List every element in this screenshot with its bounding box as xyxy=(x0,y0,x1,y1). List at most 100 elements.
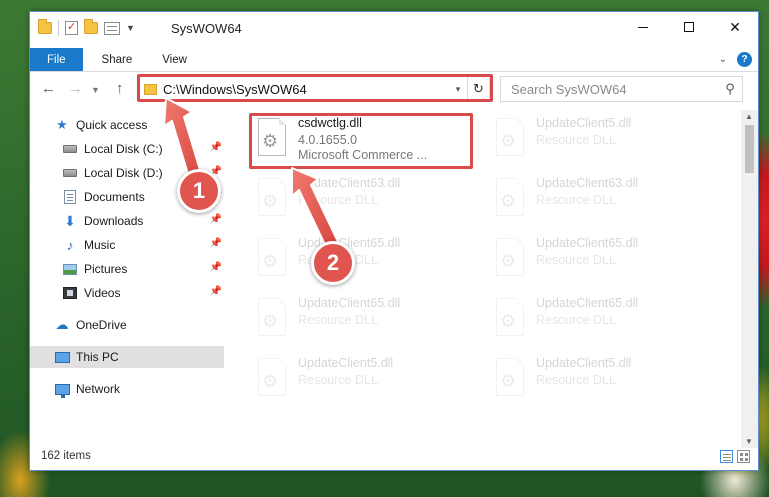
large-icons-view-icon[interactable] xyxy=(737,450,750,463)
tab-view[interactable]: View xyxy=(147,48,202,71)
window-title: SysWOW64 xyxy=(171,21,242,36)
pin-icon[interactable]: 📌 xyxy=(210,238,222,249)
sidebar-item-pictures[interactable]: Pictures 📌 xyxy=(30,258,224,280)
vertical-scrollbar[interactable]: ▲ ▼ xyxy=(741,110,758,448)
file-item[interactable]: ⚙ UpdateClient5.dll Resource DLL xyxy=(486,354,718,410)
sidebar-item-quick-access[interactable]: ★ Quick access xyxy=(30,114,224,136)
file-item[interactable]: ⚙ UpdateClient65.dllResource DLL xyxy=(486,294,718,350)
address-folder-icon xyxy=(144,83,157,95)
sidebar-item-label: Music xyxy=(84,238,116,252)
dll-file-icon: ⚙ xyxy=(492,118,528,162)
ribbon-controls: ⌄ ? xyxy=(719,52,752,67)
pin-icon[interactable]: 📌 xyxy=(210,214,222,225)
drive-icon xyxy=(62,141,78,157)
details-view-icon[interactable] xyxy=(720,450,733,463)
pin-icon[interactable]: 📌 xyxy=(210,286,222,297)
sidebar-item-music[interactable]: ♪ Music 📌 xyxy=(30,234,224,256)
file-item[interactable]: ⚙ UpdateClient5.dll Resource DLL xyxy=(486,114,718,170)
customize-toolbar-chevron-icon[interactable]: ▼ xyxy=(126,23,135,33)
computer-icon xyxy=(54,349,70,365)
folder-icon[interactable] xyxy=(38,19,52,34)
tab-file[interactable]: File xyxy=(30,48,83,71)
navigation-bar: ← → ▼ ↑ C:\Windows\SysWOW64 ▾ ↻ Search S… xyxy=(30,76,758,102)
maximize-icon xyxy=(684,22,694,32)
file-list: ⚙ csdwctlg.dll 4.0.1655.0 Microsoft Comm… xyxy=(230,110,740,446)
search-icon[interactable]: ⚲ xyxy=(718,81,742,97)
ribbon-tabs: File Share View xyxy=(30,48,758,72)
pictures-icon xyxy=(62,261,78,277)
file-description: Resource DLL xyxy=(536,253,616,267)
close-button[interactable]: ✕ xyxy=(712,12,758,42)
file-item[interactable]: ⚙ UpdateClient63.dll Resource DLL xyxy=(486,174,718,230)
sidebar-item-label: Local Disk (D:) xyxy=(84,166,163,180)
scroll-up-arrow-icon[interactable]: ▲ xyxy=(745,112,753,121)
dll-file-icon: ⚙ xyxy=(254,118,290,162)
back-arrow-icon[interactable]: ← xyxy=(41,80,56,97)
cloud-icon: ☁ xyxy=(55,317,69,332)
file-description: Resource DLL xyxy=(536,313,616,327)
file-version: 4.0.1655.0 xyxy=(298,133,358,147)
drive-icon xyxy=(62,165,78,181)
recent-locations-chevron-icon[interactable]: ▼ xyxy=(91,85,100,95)
new-folder-icon[interactable] xyxy=(84,19,98,34)
sidebar-item-onedrive[interactable]: ☁ OneDrive xyxy=(30,314,224,336)
scrollbar-thumb[interactable] xyxy=(745,125,754,173)
sidebar-item-label: Local Disk (C:) xyxy=(84,142,163,156)
maximize-button[interactable] xyxy=(666,12,712,42)
expand-ribbon-chevron-icon[interactable]: ⌄ xyxy=(719,54,727,65)
search-input[interactable]: Search SysWOW64 ⚲ xyxy=(500,76,743,102)
dll-file-icon: ⚙ xyxy=(492,358,528,402)
address-path[interactable]: C:\Windows\SysWOW64 xyxy=(163,82,449,97)
properties-icon[interactable] xyxy=(65,20,78,35)
documents-icon xyxy=(62,189,78,205)
sidebar-item-label: Downloads xyxy=(84,214,144,228)
quick-access-toolbar: ▼ xyxy=(38,19,135,36)
file-description: Resource DLL xyxy=(536,193,616,207)
file-item-csdwctlg[interactable]: ⚙ csdwctlg.dll 4.0.1655.0 Microsoft Comm… xyxy=(248,114,480,170)
file-name: UpdateClient65.dll xyxy=(536,236,639,250)
file-description: Resource DLL xyxy=(536,373,616,387)
help-button[interactable]: ? xyxy=(737,52,752,67)
navigation-pane: ★ Quick access Local Disk (C:) 📌 Local D… xyxy=(30,112,224,446)
up-arrow-icon[interactable]: ↑ xyxy=(116,80,124,97)
sidebar-item-downloads[interactable]: ⬇ Downloads 📌 xyxy=(30,210,224,232)
forward-arrow-icon[interactable]: → xyxy=(68,80,83,97)
minimize-button[interactable] xyxy=(620,12,666,42)
pin-icon[interactable]: 📌 xyxy=(210,262,222,273)
sidebar-item-label: Videos xyxy=(84,286,121,300)
item-count: 162 items xyxy=(41,450,91,462)
music-icon: ♪ xyxy=(66,237,74,253)
step-1-badge: 1 xyxy=(177,169,221,213)
file-explorer-window: ▼ SysWOW64 ✕ File Share View ⌄ ? ← → ▼ ↑… xyxy=(29,11,759,471)
file-name: UpdateClient5.dll xyxy=(298,356,394,370)
file-name: UpdateClient65.dll xyxy=(298,296,401,310)
file-name: UpdateClient63.dll xyxy=(536,176,639,190)
minimize-icon xyxy=(638,26,648,28)
sidebar-item-videos[interactable]: Videos 📌 xyxy=(30,282,224,304)
view-toggles xyxy=(720,450,750,463)
status-bar: 162 items xyxy=(30,444,758,470)
file-item[interactable]: ⚙ UpdateClient65.dllResource DLL xyxy=(248,294,480,350)
tab-share[interactable]: Share xyxy=(87,48,148,71)
sidebar-item-local-disk-c[interactable]: Local Disk (C:) 📌 xyxy=(30,138,224,160)
address-dropdown-icon[interactable]: ▾ xyxy=(449,84,467,95)
sidebar-item-this-pc[interactable]: This PC xyxy=(30,346,224,368)
refresh-button[interactable]: ↻ xyxy=(467,77,489,101)
view-options-icon[interactable] xyxy=(104,21,120,35)
file-description: Resource DLL xyxy=(298,313,378,327)
pin-icon[interactable]: 📌 xyxy=(210,142,222,153)
file-description: Resource DLL xyxy=(536,133,616,147)
file-company: Microsoft Commerce ... xyxy=(298,148,428,162)
address-bar[interactable]: C:\Windows\SysWOW64 ▾ ↻ xyxy=(138,76,490,102)
sidebar-item-label: Network xyxy=(76,382,121,396)
file-item[interactable]: ⚙ UpdateClient65.dllResource DLL xyxy=(248,234,480,290)
file-item[interactable]: ⚙ UpdateClient5.dll Resource DLL xyxy=(248,354,480,410)
file-name: UpdateClient5.dll xyxy=(536,356,632,370)
file-item[interactable]: ⚙ UpdateClient65.dllResource DLL xyxy=(486,234,718,290)
file-item[interactable]: ⚙ UpdateClient63.dll Resource DLL xyxy=(248,174,480,230)
dll-file-icon: ⚙ xyxy=(492,298,528,342)
dll-file-icon: ⚙ xyxy=(492,178,528,222)
refresh-icon: ↻ xyxy=(473,81,484,96)
sidebar-item-network[interactable]: Network xyxy=(30,378,224,400)
sidebar-item-label: This PC xyxy=(76,350,119,364)
